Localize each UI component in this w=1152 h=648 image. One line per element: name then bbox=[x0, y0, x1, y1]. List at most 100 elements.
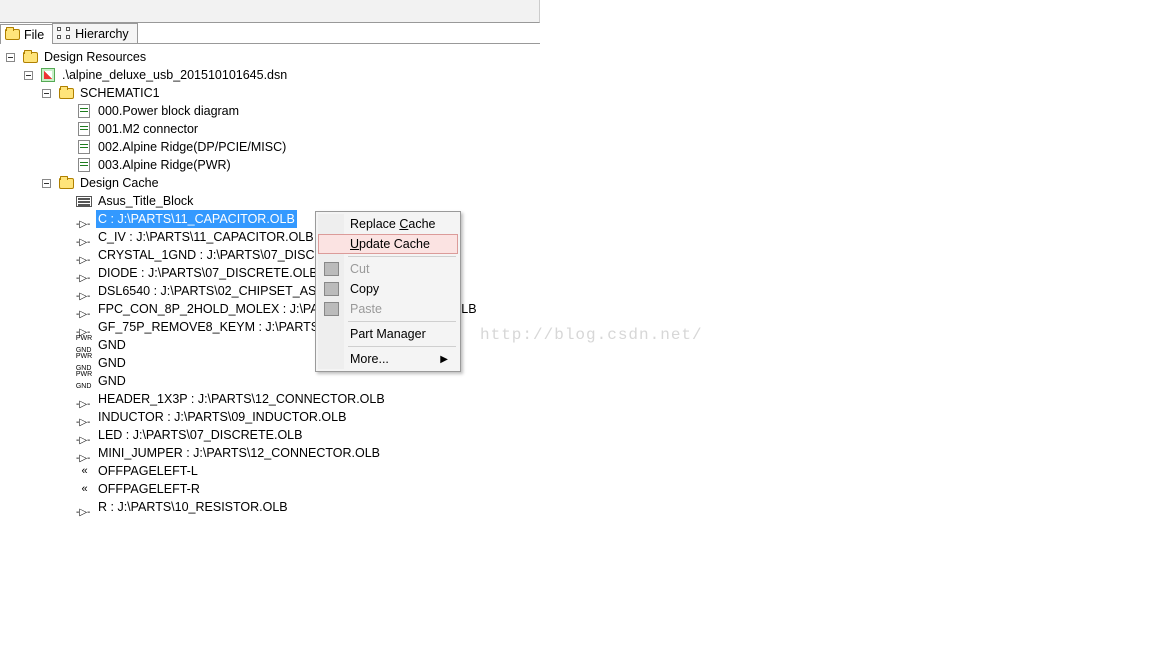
ctx-update-cache[interactable]: Update Cache bbox=[318, 234, 458, 254]
part-icon bbox=[76, 286, 92, 296]
cache-item-label: LED : J:\PARTS\07_DISCRETE.OLB bbox=[96, 426, 304, 444]
tree-design-cache[interactable]: Design Cache bbox=[40, 174, 1152, 192]
page-icon bbox=[78, 104, 90, 118]
cache-item-label: OFFPAGELEFT-R bbox=[96, 480, 202, 498]
cache-item-label: C_IV : J:\PARTS\11_CAPACITOR.OLB bbox=[96, 228, 316, 246]
cache-item[interactable]: Asus_Title_Block bbox=[58, 192, 1152, 210]
root-label: Design Resources bbox=[42, 48, 148, 66]
page-icon bbox=[78, 140, 90, 154]
paste-icon bbox=[324, 302, 339, 316]
tree-schematic-folder[interactable]: SCHEMATIC1 bbox=[40, 84, 1152, 102]
page-icon bbox=[78, 122, 90, 136]
titleblock-icon bbox=[76, 196, 92, 207]
part-icon bbox=[76, 430, 92, 440]
ctx-paste: Paste bbox=[318, 299, 458, 319]
schematic-page[interactable]: 001.M2 connector bbox=[58, 120, 1152, 138]
cache-item-label: MINI_JUMPER : J:\PARTS\12_CONNECTOR.OLB bbox=[96, 444, 382, 462]
cache-item-label: GND bbox=[96, 372, 128, 390]
cache-item-label: OFFPAGELEFT-L bbox=[96, 462, 200, 480]
tab-hierarchy[interactable]: Hierarchy bbox=[52, 23, 138, 43]
cache-item-label: HEADER_1X3P : J:\PARTS\12_CONNECTOR.OLB bbox=[96, 390, 387, 408]
cache-item-label: R : J:\PARTS\10_RESISTOR.OLB bbox=[96, 498, 290, 516]
folder-icon bbox=[5, 29, 20, 40]
part-icon bbox=[76, 502, 92, 512]
page-icon bbox=[78, 158, 90, 172]
tree-view[interactable]: Design Resources .\alpine_deluxe_usb_201… bbox=[0, 44, 1152, 516]
cache-item[interactable]: INDUCTOR : J:\PARTS\09_INDUCTOR.OLB bbox=[58, 408, 1152, 426]
part-icon bbox=[76, 214, 92, 224]
page-label: 000.Power block diagram bbox=[96, 102, 241, 120]
schematic-folder-label: SCHEMATIC1 bbox=[78, 84, 162, 102]
cache-item[interactable]: CRYSTAL_1GND : J:\PARTS\07_DISCRETE.OLB bbox=[58, 246, 1152, 264]
tab-bar: File Hierarchy bbox=[0, 23, 540, 44]
folder-icon bbox=[23, 52, 38, 63]
ctx-replace-cache[interactable]: Replace Cache bbox=[318, 214, 458, 234]
expander-icon[interactable] bbox=[42, 179, 51, 188]
cache-item-label: GND bbox=[96, 354, 128, 372]
cache-item[interactable]: C_IV : J:\PARTS\11_CAPACITOR.OLB bbox=[58, 228, 1152, 246]
submenu-arrow-icon: ▶ bbox=[440, 354, 448, 365]
tree-root[interactable]: Design Resources bbox=[4, 48, 1152, 66]
cache-item[interactable]: PWRGNDGND bbox=[58, 372, 1152, 390]
page-label: 001.M2 connector bbox=[96, 120, 200, 138]
dsn-icon bbox=[41, 68, 55, 82]
copy-icon bbox=[324, 282, 339, 296]
ctx-part-manager[interactable]: Part Manager bbox=[318, 324, 458, 344]
part-icon bbox=[76, 232, 92, 242]
part-icon bbox=[76, 322, 92, 332]
cache-item-label: C : J:\PARTS\11_CAPACITOR.OLB bbox=[96, 210, 297, 228]
part-icon bbox=[76, 448, 92, 458]
separator bbox=[348, 321, 456, 322]
cache-item[interactable]: PWRGNDGND bbox=[58, 354, 1152, 372]
ctx-more[interactable]: More... ▶ bbox=[318, 349, 458, 369]
schematic-page[interactable]: 003.Alpine Ridge(PWR) bbox=[58, 156, 1152, 174]
cut-icon bbox=[324, 262, 339, 276]
cache-item[interactable]: DSL6540 : J:\PARTS\02_CHIPSET_ASIC.OLB bbox=[58, 282, 1152, 300]
cache-item[interactable]: C : J:\PARTS\11_CAPACITOR.OLB bbox=[58, 210, 1152, 228]
ctx-paste-label: Paste bbox=[350, 302, 382, 316]
cache-item-label: DIODE : J:\PARTS\07_DISCRETE.OLB bbox=[96, 264, 320, 282]
page-label: 003.Alpine Ridge(PWR) bbox=[96, 156, 233, 174]
dsn-label: .\alpine_deluxe_usb_201510101645.dsn bbox=[60, 66, 289, 84]
cache-item[interactable]: DIODE : J:\PARTS\07_DISCRETE.OLB bbox=[58, 264, 1152, 282]
cache-item[interactable]: R : J:\PARTS\10_RESISTOR.OLB bbox=[58, 498, 1152, 516]
cache-item[interactable]: HEADER_1X3P : J:\PARTS\12_CONNECTOR.OLB bbox=[58, 390, 1152, 408]
toolbar-blank bbox=[0, 0, 540, 23]
separator bbox=[348, 256, 456, 257]
tab-file-label: File bbox=[24, 28, 44, 42]
part-icon bbox=[76, 268, 92, 278]
part-icon bbox=[76, 394, 92, 404]
tab-hierarchy-label: Hierarchy bbox=[75, 27, 129, 41]
folder-icon bbox=[59, 88, 74, 99]
schematic-page[interactable]: 002.Alpine Ridge(DP/PCIE/MISC) bbox=[58, 138, 1152, 156]
separator bbox=[348, 346, 456, 347]
context-menu: Replace Cache Update Cache Cut Copy Past… bbox=[315, 211, 461, 372]
expander-icon[interactable] bbox=[24, 71, 33, 80]
cache-item[interactable]: LED : J:\PARTS\07_DISCRETE.OLB bbox=[58, 426, 1152, 444]
part-icon bbox=[76, 250, 92, 260]
part-icon bbox=[76, 304, 92, 314]
cache-item-label: Asus_Title_Block bbox=[96, 192, 195, 210]
watermark-text: http://blog.csdn.net/ bbox=[480, 326, 703, 344]
expander-icon[interactable] bbox=[42, 89, 51, 98]
cache-item[interactable]: « OFFPAGELEFT-R bbox=[58, 480, 1152, 498]
cache-item[interactable]: FPC_CON_8P_2HOLD_MOLEX : J:\PARTS\12_CON… bbox=[58, 300, 1152, 318]
schematic-page[interactable]: 000.Power block diagram bbox=[58, 102, 1152, 120]
hierarchy-icon bbox=[57, 27, 71, 40]
ctx-cut-label: Cut bbox=[350, 262, 369, 276]
cache-folder-label: Design Cache bbox=[78, 174, 161, 192]
cache-item-label: INDUCTOR : J:\PARTS\09_INDUCTOR.OLB bbox=[96, 408, 348, 426]
offpage-icon: « bbox=[81, 462, 86, 480]
ctx-more-label: More... bbox=[350, 352, 389, 366]
page-label: 002.Alpine Ridge(DP/PCIE/MISC) bbox=[96, 138, 288, 156]
offpage-icon: « bbox=[81, 480, 86, 498]
expander-icon[interactable] bbox=[6, 53, 15, 62]
cache-item[interactable]: « OFFPAGELEFT-L bbox=[58, 462, 1152, 480]
tree-dsn[interactable]: .\alpine_deluxe_usb_201510101645.dsn bbox=[22, 66, 1152, 84]
ctx-cut: Cut bbox=[318, 259, 458, 279]
ctx-copy[interactable]: Copy bbox=[318, 279, 458, 299]
part-icon bbox=[76, 412, 92, 422]
ctx-copy-label: Copy bbox=[350, 282, 379, 296]
tab-file[interactable]: File bbox=[0, 24, 53, 44]
cache-item[interactable]: MINI_JUMPER : J:\PARTS\12_CONNECTOR.OLB bbox=[58, 444, 1152, 462]
